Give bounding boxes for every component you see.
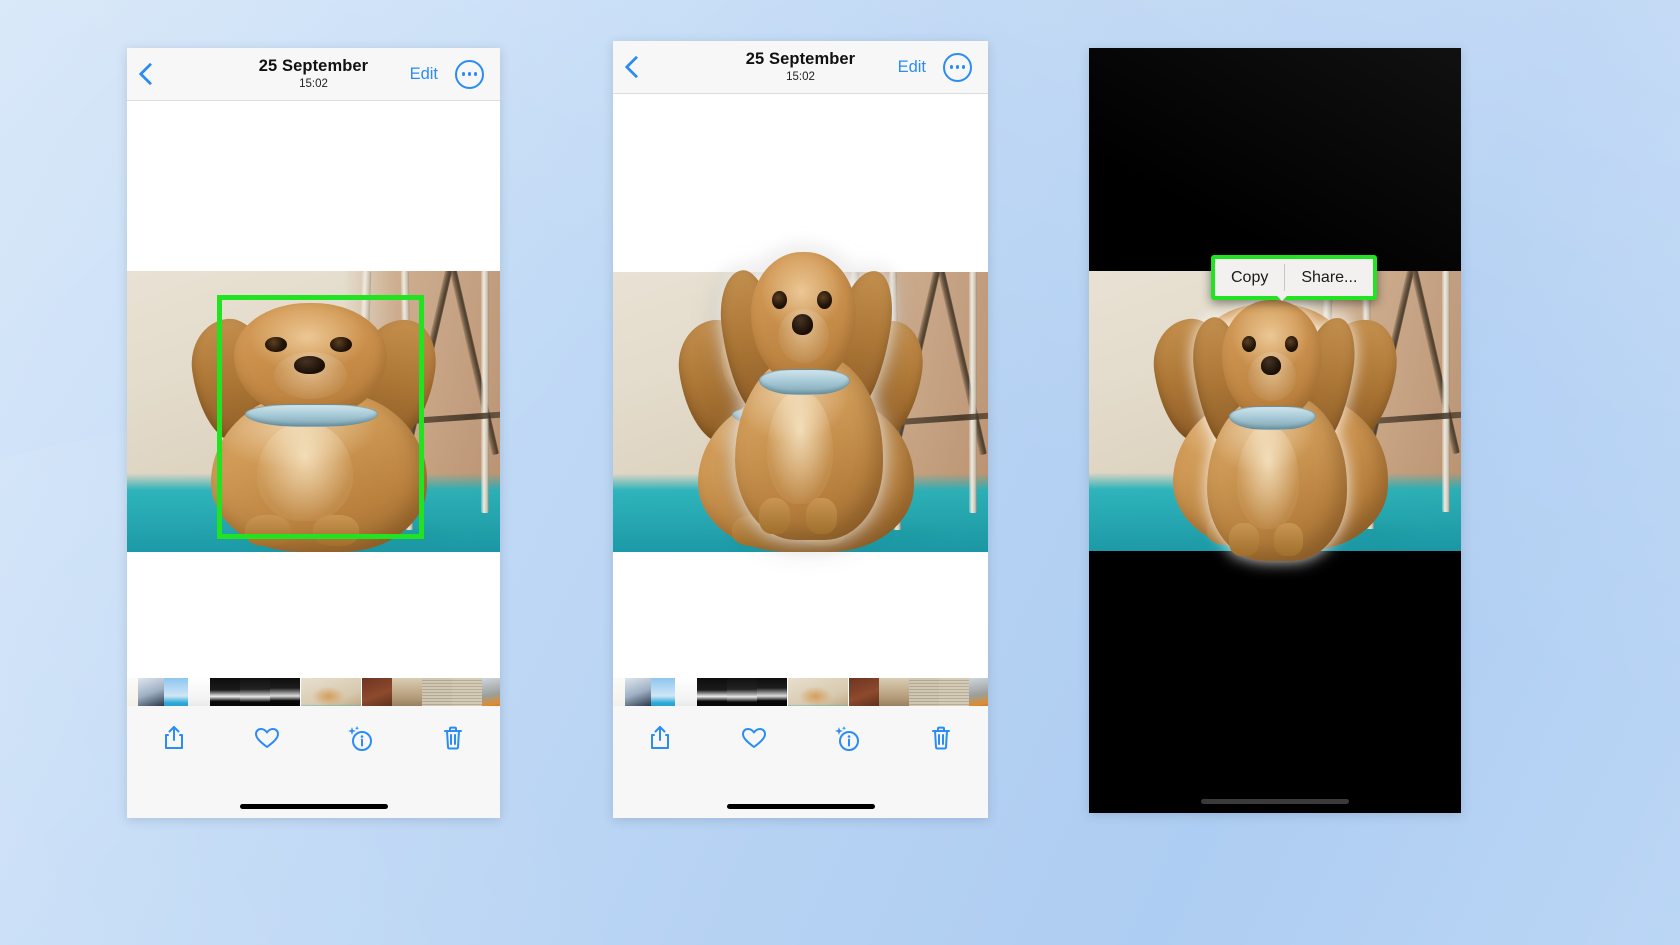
share-icon — [650, 726, 669, 749]
dog-collar — [758, 369, 851, 395]
heart-icon — [741, 728, 766, 748]
dot-3 — [473, 72, 477, 76]
bottom-toolbar — [613, 706, 988, 818]
info-sparkle-icon — [835, 726, 860, 751]
dog-chest — [766, 390, 833, 504]
dot-2 — [955, 65, 960, 69]
edit-button[interactable]: Edit — [898, 58, 926, 77]
favorite-button[interactable] — [732, 718, 776, 758]
home-indicator — [1201, 799, 1349, 804]
copy-menu-item[interactable]: Copy — [1215, 259, 1285, 296]
share-menu-item[interactable]: Share... — [1285, 259, 1374, 296]
navigation-bar: 25 September 15:02 Edit — [613, 41, 988, 94]
dog-subject-lifted — [708, 234, 903, 540]
edit-button[interactable]: Edit — [410, 65, 438, 84]
dog-paw-left — [1229, 523, 1259, 556]
dog-paw-right — [805, 498, 837, 534]
dog-chest — [1236, 425, 1300, 529]
trash-icon — [444, 726, 463, 750]
navigation-title-block: 25 September 15:02 — [127, 58, 500, 90]
navigation-title-block: 25 September 15:02 — [613, 51, 988, 83]
dog-eye-right — [817, 291, 832, 309]
chair-leg-2 — [1409, 271, 1461, 455]
dog-subject-lifted — [1181, 284, 1366, 562]
page-title: 25 September — [745, 50, 856, 68]
page-subtitle: 15:02 — [786, 70, 815, 83]
chair-leg-2 — [936, 272, 987, 456]
dot-2 — [467, 72, 472, 76]
dog-eye-left — [1242, 335, 1256, 352]
dog-collar — [1229, 406, 1317, 431]
photo-canvas[interactable]: Copy Share... — [1089, 48, 1461, 813]
info-button[interactable] — [825, 718, 869, 758]
home-indicator — [239, 804, 388, 809]
photo-canvas[interactable] — [613, 94, 988, 818]
railing-bar-3 — [969, 272, 978, 513]
info-sparkle-icon — [348, 726, 373, 751]
phone-panel-lifted-subject: 25 September 15:02 Edit — [613, 41, 988, 818]
photo-image[interactable] — [127, 271, 500, 552]
dot-1 — [950, 65, 954, 69]
more-circle-icon[interactable] — [455, 59, 484, 89]
phone-panel-selection: 25 September 15:02 Edit — [127, 48, 500, 818]
dot-1 — [462, 72, 466, 76]
railing-bar-3 — [1442, 271, 1451, 512]
info-button[interactable] — [338, 718, 382, 758]
delete-button[interactable] — [431, 718, 475, 758]
context-menu-pointer — [1273, 292, 1291, 301]
navigation-bar: 25 September 15:02 Edit — [127, 48, 500, 101]
dog-paw-right — [1273, 523, 1304, 556]
home-indicator — [726, 804, 875, 809]
dog-paw-left — [758, 498, 790, 534]
subject-selection-rectangle[interactable] — [217, 295, 424, 539]
screenshot-stage: 25 September 15:02 Edit 25 September 15:… — [0, 0, 1680, 945]
more-circle-icon[interactable] — [943, 52, 972, 82]
lifted-subject-cutout[interactable] — [1181, 284, 1366, 562]
share-icon — [164, 726, 183, 749]
dog-nose — [1260, 356, 1281, 376]
bottom-toolbar — [127, 706, 500, 818]
lifted-subject-cutout[interactable] — [708, 234, 903, 540]
page-title: 25 September — [258, 57, 369, 75]
photo-canvas[interactable] — [127, 101, 500, 818]
trash-icon — [932, 726, 951, 750]
context-menu[interactable]: Copy Share... — [1211, 255, 1378, 300]
chair-leg-2 — [448, 271, 500, 455]
page-subtitle: 15:02 — [299, 77, 328, 90]
share-button[interactable] — [152, 718, 196, 758]
railing-bar-3 — [481, 271, 490, 513]
heart-icon — [254, 728, 279, 748]
dog-eye-left — [772, 291, 787, 309]
phone-panel-context-menu: Copy Share... — [1089, 48, 1461, 813]
delete-button[interactable] — [919, 718, 963, 758]
dog-nose — [791, 313, 814, 335]
share-button[interactable] — [638, 718, 682, 758]
favorite-button[interactable] — [245, 718, 289, 758]
dot-3 — [961, 65, 965, 69]
